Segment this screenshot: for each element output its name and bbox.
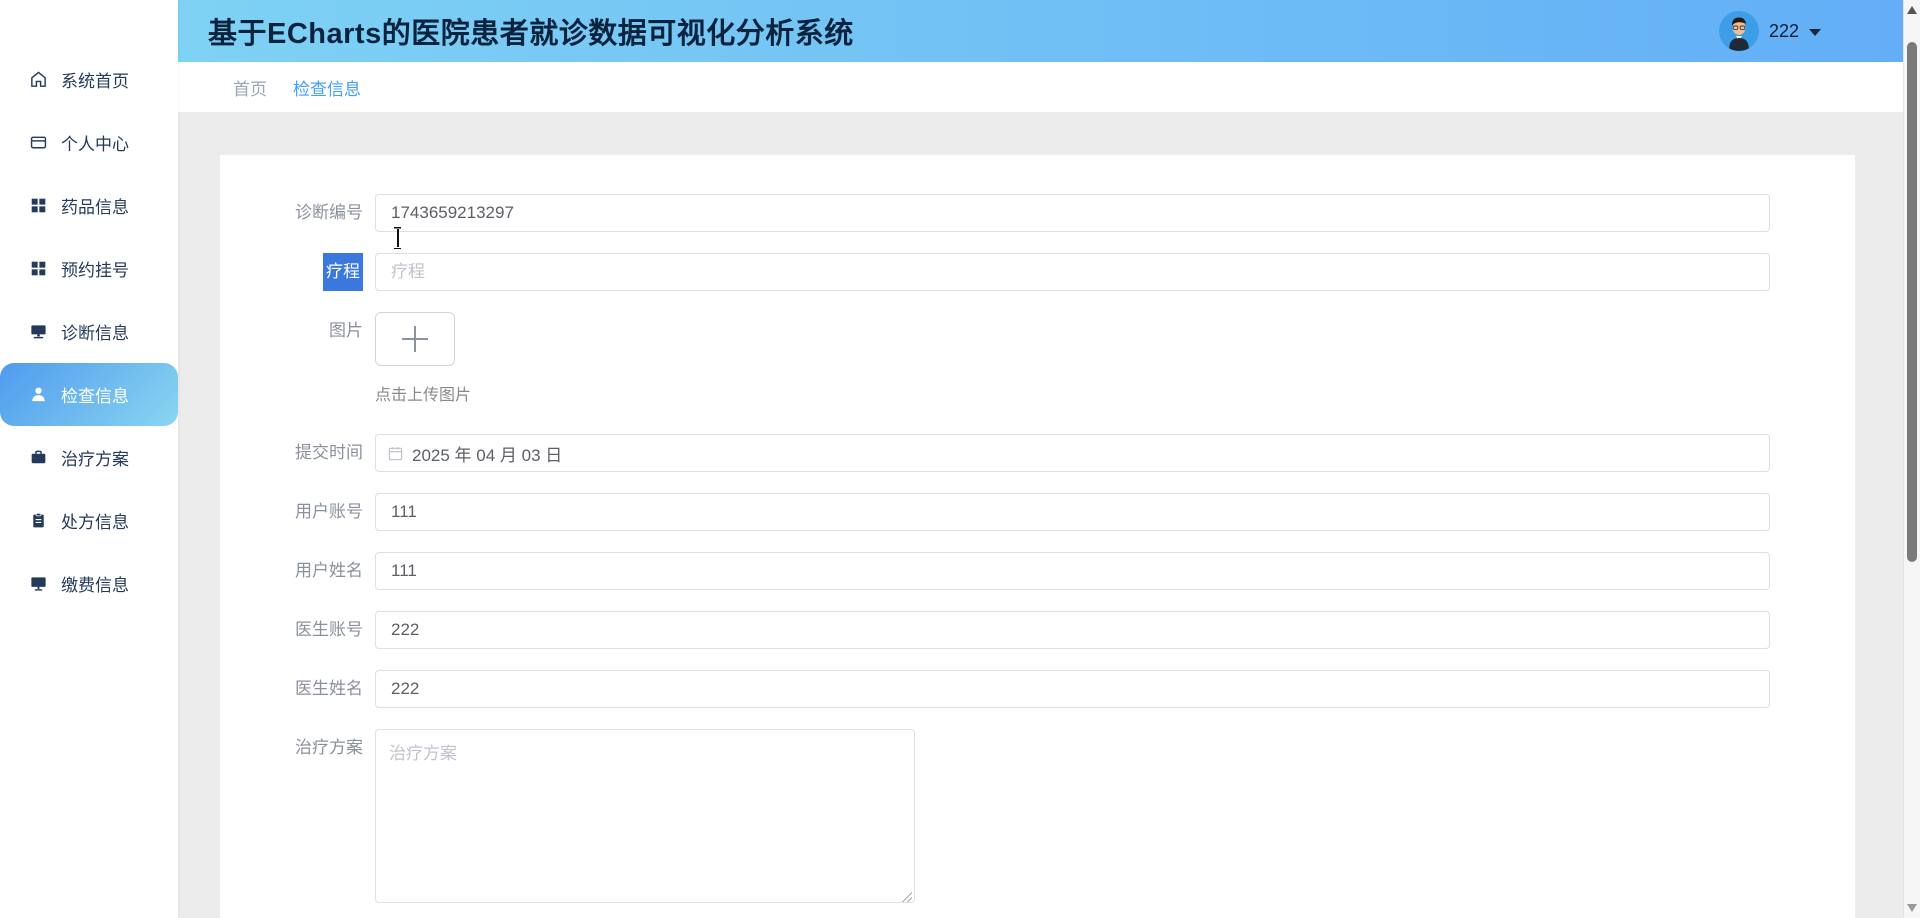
- sidebar-item-label: 检查信息: [61, 387, 129, 406]
- form-row-user-name: 用户姓名: [220, 552, 1855, 590]
- form-row-doctor-account: 医生账号: [220, 611, 1855, 649]
- doctor-account-input[interactable]: [375, 611, 1770, 649]
- upload-hint: 点击上传图片: [375, 387, 472, 404]
- field-label: 医生账号: [295, 620, 363, 639]
- page-title: 基于ECharts的医院患者就诊数据可视化分析系统: [208, 18, 854, 50]
- submit-time-value: 2025 年 04 月 03 日: [412, 445, 563, 465]
- sidebar: 系统首页 个人中心 药品信息 预约挂号 诊断信息 检查信息 治疗方案 处方信息 …: [0, 0, 178, 918]
- sidebar-item-system-home[interactable]: 系统首页: [0, 48, 178, 111]
- sidebar-item-label: 系统首页: [61, 72, 129, 91]
- plus-icon: [402, 326, 428, 352]
- sidebar-item-treatment-plan[interactable]: 治疗方案: [0, 426, 178, 489]
- sidebar-item-label: 个人中心: [61, 135, 129, 154]
- scrollbar[interactable]: [1903, 0, 1920, 918]
- form-row-doctor-name: 医生姓名: [220, 670, 1855, 708]
- field-label: 用户账号: [295, 502, 363, 521]
- field-label: 治疗方案: [295, 738, 363, 757]
- field-label: 用户姓名: [295, 561, 363, 580]
- field-label: 疗程: [220, 253, 375, 291]
- monitor-icon: [28, 322, 48, 342]
- form-row-diagnosis-id: 诊断编号: [220, 194, 1855, 232]
- text-cursor: [393, 227, 402, 249]
- display-icon: [28, 574, 48, 594]
- breadcrumb-home[interactable]: 首页: [233, 75, 267, 100]
- sidebar-item-appointment[interactable]: 预约挂号: [0, 237, 178, 300]
- avatar[interactable]: [1718, 11, 1759, 51]
- sidebar-item-label: 处方信息: [61, 513, 129, 532]
- sidebar-item-prescription-info[interactable]: 处方信息: [0, 489, 178, 552]
- clipboard-icon: [28, 511, 48, 531]
- form-card: 诊断编号 疗程 图片 点击上传图片: [220, 155, 1855, 918]
- calendar-icon: [388, 446, 403, 460]
- form-row-treatment-plan: 治疗方案: [220, 729, 1855, 908]
- app-window: 系统首页 个人中心 药品信息 预约挂号 诊断信息 检查信息 治疗方案 处方信息 …: [0, 0, 1920, 918]
- breadcrumb-current[interactable]: 检查信息: [293, 75, 361, 100]
- sidebar-item-label: 药品信息: [61, 198, 129, 217]
- sidebar-item-exam-info[interactable]: 检查信息: [0, 363, 178, 426]
- field-label: 提交时间: [295, 443, 363, 462]
- sidebar-item-label: 缴费信息: [61, 576, 129, 595]
- form-row-course: 疗程: [220, 227, 1855, 291]
- grid-icon: [28, 196, 48, 216]
- grid-icon: [28, 259, 48, 279]
- form-row-user-account: 用户账号: [220, 493, 1855, 531]
- scroll-up-arrow-icon[interactable]: [1907, 6, 1917, 14]
- treatment-plan-textarea[interactable]: [375, 729, 915, 903]
- breadcrumb: 首页 检查信息: [178, 62, 1903, 112]
- field-label: 图片: [329, 321, 363, 340]
- sidebar-item-label: 预约挂号: [61, 261, 129, 280]
- diagnosis-id-input[interactable]: [375, 194, 1770, 232]
- main-content: 诊断编号 疗程 图片 点击上传图片: [178, 112, 1903, 918]
- user-icon: [28, 385, 48, 405]
- sidebar-item-label: 治疗方案: [61, 450, 129, 469]
- submit-time-picker[interactable]: 2025 年 04 月 03 日: [375, 434, 1770, 472]
- form-row-submit-time: 提交时间 2025 年 04 月 03 日: [220, 434, 1855, 472]
- briefcase-icon: [28, 448, 48, 468]
- sidebar-item-drug-info[interactable]: 药品信息: [0, 174, 178, 237]
- user-account-input[interactable]: [375, 493, 1770, 531]
- user-menu[interactable]: 222: [1718, 0, 1821, 62]
- user-name-input[interactable]: [375, 552, 1770, 590]
- sidebar-item-payment-info[interactable]: 缴费信息: [0, 552, 178, 615]
- username: 222: [1768, 20, 1799, 41]
- caret-down-icon: [1809, 28, 1821, 36]
- sidebar-item-label: 诊断信息: [61, 324, 129, 343]
- resize-handle[interactable]: [902, 892, 912, 902]
- scroll-down-arrow-icon[interactable]: [1907, 904, 1917, 912]
- doctor-name-input[interactable]: [375, 670, 1770, 708]
- scrollbar-thumb[interactable]: [1907, 42, 1917, 562]
- field-label: 医生姓名: [295, 679, 363, 698]
- sidebar-item-diagnosis-info[interactable]: 诊断信息: [0, 300, 178, 363]
- course-input[interactable]: [375, 253, 1770, 291]
- form-row-image: 图片 点击上传图片: [220, 312, 1855, 405]
- image-upload-button[interactable]: [375, 312, 455, 366]
- header: 基于ECharts的医院患者就诊数据可视化分析系统 222: [178, 0, 1903, 62]
- sidebar-item-personal-center[interactable]: 个人中心: [0, 111, 178, 174]
- field-label: 诊断编号: [295, 203, 363, 222]
- selected-label-text: 疗程: [323, 253, 363, 291]
- home-icon: [28, 70, 48, 90]
- id-card-icon: [28, 133, 48, 153]
